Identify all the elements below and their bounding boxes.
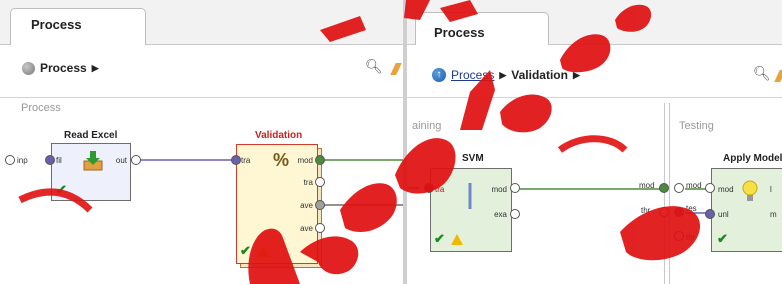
validation-in-knob[interactable]: [231, 155, 241, 165]
left-panel: Process Process ▶ 🔍︎ Process inp Read Ex…: [0, 0, 403, 284]
process-canvas[interactable]: Process inp Read Excel fil out ✔ Validat…: [0, 98, 403, 284]
testing-in-thr: thr: [686, 233, 696, 242]
svm-in-port: tra: [435, 185, 445, 194]
validation-out-knob-4[interactable]: [315, 223, 325, 233]
tab-process[interactable]: Process: [415, 12, 549, 45]
validation-out-port-1: mod: [297, 156, 313, 165]
validation-out-port-4: ave: [300, 224, 313, 233]
subprocess-canvas[interactable]: aining Testing SVM tra mod exa ✔ mod thr: [407, 103, 782, 284]
training-out-thr-knob[interactable]: [659, 207, 669, 217]
validation-title: Validation: [255, 130, 303, 141]
toolbar: Process ▶ 🔍︎: [0, 45, 403, 98]
status-ok-icon: ✔: [56, 182, 67, 197]
validation-out-port-3: ave: [300, 201, 313, 210]
chevron-right-icon: ▶: [499, 69, 507, 80]
right-panel: Process ↑ Process ▶ Validation ▶ 🔍︎ aini…: [407, 0, 782, 284]
validation-out-knob-3[interactable]: [315, 200, 325, 210]
testing-in-thr-knob[interactable]: [674, 231, 684, 241]
validation-out-knob-1[interactable]: [315, 155, 325, 165]
excel-import-icon: [83, 151, 103, 171]
read-excel-out-knob[interactable]: [131, 155, 141, 165]
breadcrumb: ↑ Process ▶ Validation ▶: [432, 68, 580, 82]
zoom-icon[interactable]: 🔍︎: [365, 58, 383, 75]
svm-out-port-1: mod: [491, 185, 507, 194]
read-excel-operator[interactable]: fil out ✔: [51, 143, 131, 201]
breadcrumb-validation[interactable]: Validation: [511, 68, 568, 82]
svm-operator[interactable]: tra mod exa ✔: [430, 168, 512, 252]
svm-out-knob-2[interactable]: [510, 209, 520, 219]
svm-icon: [468, 183, 472, 209]
status-ok-icon: ✔: [434, 231, 445, 246]
process-dot-icon: [22, 61, 35, 75]
testing-in-tes: tes: [686, 204, 697, 213]
apply-out-port-1: l: [770, 185, 772, 194]
validation-out-knob-2[interactable]: [315, 177, 325, 187]
tab-process[interactable]: Process: [10, 8, 146, 45]
process-input-label: inp: [17, 156, 28, 165]
training-out-thr: thr: [641, 206, 651, 215]
apply-in-port-1: mod: [718, 185, 734, 194]
svm-in-knob[interactable]: [424, 183, 434, 193]
svm-title: SVM: [462, 153, 484, 164]
warning-icon: [257, 246, 269, 257]
status-ok-icon: ✔: [240, 243, 251, 258]
apply-in-port-2: unl: [718, 210, 729, 219]
svm-out-knob-1[interactable]: [510, 183, 520, 193]
testing-in-mod-knob[interactable]: [674, 183, 684, 193]
validation-operator[interactable]: tra mod tra ave ave % ✔: [236, 144, 318, 264]
zoom-extra-icon[interactable]: [390, 63, 402, 75]
read-excel-in-port: fil: [56, 156, 62, 165]
percent-icon: %: [273, 150, 290, 170]
testing-in-tes-knob[interactable]: [674, 207, 684, 217]
breadcrumb-process-link[interactable]: Process: [451, 68, 494, 82]
apply-in-knob-1[interactable]: [705, 183, 715, 193]
lightbulb-icon: [742, 180, 758, 201]
warning-icon: [451, 234, 463, 245]
read-excel-in-knob[interactable]: [45, 155, 55, 165]
status-ok-icon: ✔: [717, 231, 728, 246]
zoom-extra-icon[interactable]: [774, 70, 782, 82]
chevron-right-icon[interactable]: ▶: [92, 63, 99, 74]
testing-in-mod: mod: [686, 181, 702, 190]
apply-in-knob-2[interactable]: [705, 209, 715, 219]
read-excel-out-port: out: [115, 156, 127, 165]
validation-in-port: tra: [241, 156, 251, 165]
apply-out-port-2: m: [770, 210, 777, 219]
validation-out-port-2: tra: [303, 178, 313, 187]
tab-strip: Process: [0, 0, 403, 45]
zoom-icon[interactable]: 🔍︎: [753, 65, 771, 82]
apply-model-operator[interactable]: mod unl l m ✔: [711, 168, 782, 252]
chevron-right-icon[interactable]: ▶: [573, 70, 580, 81]
read-excel-title: Read Excel: [64, 130, 118, 141]
training-out-mod: mod: [639, 181, 655, 190]
svm-out-port-2: exa: [494, 210, 507, 219]
breadcrumb-process[interactable]: Process: [40, 61, 87, 75]
up-arrow-icon[interactable]: ↑: [432, 68, 446, 82]
process-input-port[interactable]: [5, 155, 15, 165]
toolbar: ↑ Process ▶ Validation ▶ 🔍︎: [407, 45, 782, 98]
tab-strip: Process: [407, 0, 782, 45]
apply-model-title: Apply Model: [723, 153, 782, 164]
breadcrumb: Process ▶: [22, 61, 99, 75]
training-out-mod-knob[interactable]: [659, 183, 669, 193]
